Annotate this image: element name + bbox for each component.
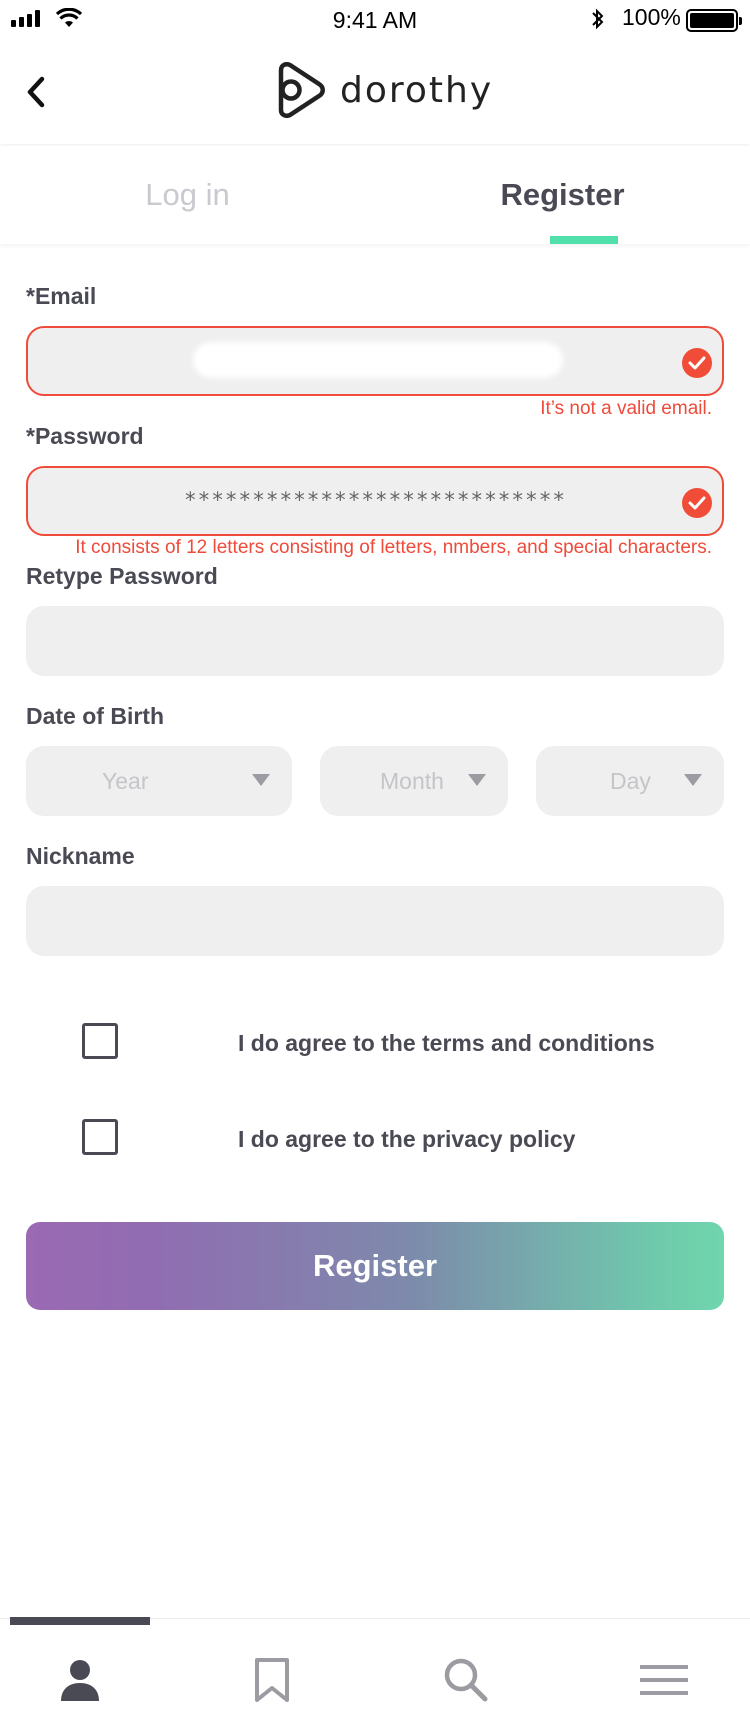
password-masked-value: **************************** xyxy=(183,488,566,512)
person-icon[interactable] xyxy=(55,1655,105,1705)
status-bar: 9:41 AM 100% xyxy=(0,0,750,40)
year-select[interactable]: Year xyxy=(26,746,292,816)
dob-label: Date of Birth xyxy=(26,703,164,729)
day-select[interactable]: Day xyxy=(536,746,724,816)
active-tab-bar-indicator xyxy=(10,1617,150,1625)
year-placeholder: Year xyxy=(102,768,149,794)
terms-label: I do agree to the terms and conditions xyxy=(238,1030,655,1056)
email-field[interactable] xyxy=(26,326,724,396)
nickname-label: Nickname xyxy=(26,843,135,869)
battery-icon xyxy=(686,9,742,32)
auth-tabs: Log in Register xyxy=(0,146,750,244)
password-error-message: It consists of 12 letters consisting of … xyxy=(75,537,712,558)
menu-icon[interactable] xyxy=(638,1655,690,1705)
chevron-down-icon xyxy=(252,774,270,786)
dorothy-logo-icon xyxy=(278,62,325,118)
bookmark-icon[interactable] xyxy=(247,1655,297,1705)
privacy-checkbox[interactable] xyxy=(82,1119,118,1155)
back-arrow-icon[interactable] xyxy=(22,72,52,112)
redacted-email-value xyxy=(193,342,563,378)
email-error-message: It’s not a valid email. xyxy=(540,398,712,419)
app-header: dorothy xyxy=(0,40,750,144)
nickname-field[interactable] xyxy=(26,886,724,956)
password-label: *Password xyxy=(26,423,144,449)
privacy-label: I do agree to the privacy policy xyxy=(238,1126,576,1152)
password-field[interactable]: **************************** xyxy=(26,466,724,536)
chevron-down-icon xyxy=(468,774,486,786)
error-check-icon xyxy=(682,488,712,518)
tab-register[interactable]: Register xyxy=(375,146,750,244)
register-button[interactable]: Register xyxy=(26,1222,724,1310)
battery-percent: 100% xyxy=(622,4,681,30)
retype-password-label: Retype Password xyxy=(26,563,218,589)
retype-password-field[interactable] xyxy=(26,606,724,676)
month-select[interactable]: Month xyxy=(320,746,508,816)
brand-logo: dorothy xyxy=(274,62,493,118)
tab-login[interactable]: Log in xyxy=(0,146,375,244)
brand-name: dorothy xyxy=(340,69,494,111)
bluetooth-icon xyxy=(592,8,604,30)
terms-checkbox[interactable] xyxy=(82,1023,118,1059)
search-icon[interactable] xyxy=(441,1655,491,1705)
month-placeholder: Month xyxy=(380,768,444,794)
error-check-icon xyxy=(682,348,712,378)
chevron-down-icon xyxy=(684,774,702,786)
active-tab-indicator xyxy=(550,236,618,244)
email-label: *Email xyxy=(26,283,97,309)
day-placeholder: Day xyxy=(610,768,651,794)
bottom-tab-bar xyxy=(0,1617,750,1728)
